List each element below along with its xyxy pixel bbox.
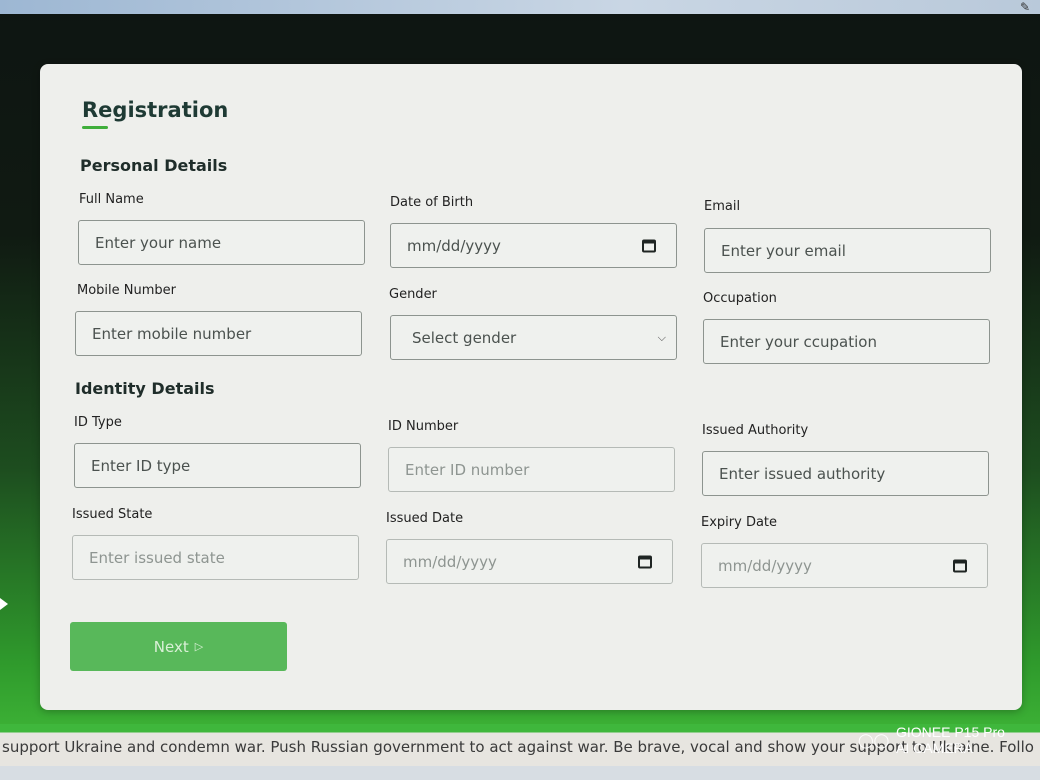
id-type-placeholder: Enter ID type xyxy=(91,456,191,475)
gender-selected-value: Select gender xyxy=(412,328,517,347)
email-placeholder: Enter your email xyxy=(721,241,846,260)
gender-label: Gender xyxy=(389,287,437,302)
title-underline xyxy=(82,126,108,129)
full-name-label: Full Name xyxy=(79,192,144,207)
registration-card: Registration Personal Details Full Name … xyxy=(40,64,1022,710)
issued-authority-label: Issued Authority xyxy=(702,423,809,438)
issued-date-placeholder: mm/dd/yyyy xyxy=(403,552,497,571)
id-number-input[interactable]: Enter ID number xyxy=(388,447,675,492)
issued-authority-input[interactable]: Enter issued authority xyxy=(702,451,989,496)
expiry-date-input[interactable]: mm/dd/yyyy xyxy=(701,543,988,588)
issued-date-label: Issued Date xyxy=(386,511,464,526)
taskbar xyxy=(0,766,1040,780)
play-arrow-icon: ▷ xyxy=(194,640,204,653)
page-title: Registration xyxy=(82,98,229,122)
id-number-label: ID Number xyxy=(388,419,459,434)
full-name-input[interactable]: Enter your name xyxy=(78,220,365,265)
calendar-icon[interactable] xyxy=(642,239,656,252)
gender-select[interactable]: Select gender ⌵ xyxy=(390,315,677,360)
occupation-label: Occupation xyxy=(703,291,777,306)
issued-state-label: Issued State xyxy=(72,507,153,522)
id-type-label: ID Type xyxy=(74,415,122,430)
dob-input[interactable]: mm/dd/yyyy xyxy=(390,223,677,268)
chevron-down-icon: ⌵ xyxy=(657,330,666,344)
dob-placeholder: mm/dd/yyyy xyxy=(407,236,501,255)
watermark-line2: AI CAMERA xyxy=(896,740,974,756)
dob-label: Date of Birth xyxy=(390,195,474,210)
id-number-placeholder: Enter ID number xyxy=(405,460,530,479)
issued-state-input[interactable]: Enter issued state xyxy=(72,535,359,580)
identity-details-heading: Identity Details xyxy=(75,379,215,398)
calendar-icon[interactable] xyxy=(953,559,967,572)
full-name-placeholder: Enter your name xyxy=(95,233,222,252)
email-label: Email xyxy=(704,199,741,214)
browser-top-strip: ✎ xyxy=(0,0,1040,14)
next-button-label: Next xyxy=(153,637,189,656)
calendar-icon[interactable] xyxy=(638,555,652,568)
mobile-label: Mobile Number xyxy=(77,283,176,298)
email-input[interactable]: Enter your email xyxy=(704,228,991,273)
issued-date-input[interactable]: mm/dd/yyyy xyxy=(386,539,673,584)
mobile-placeholder: Enter mobile number xyxy=(92,324,252,343)
personal-details-heading: Personal Details xyxy=(80,156,228,175)
next-button[interactable]: Next ▷ xyxy=(70,622,287,671)
occupation-input[interactable]: Enter your ccupation xyxy=(703,319,990,364)
id-type-input[interactable]: Enter ID type xyxy=(74,443,361,488)
expiry-date-placeholder: mm/dd/yyyy xyxy=(718,556,812,575)
issued-authority-placeholder: Enter issued authority xyxy=(719,464,886,483)
watermark-line1: GIONEE P15 Pro xyxy=(896,724,1005,740)
expiry-date-label: Expiry Date xyxy=(701,515,778,530)
camera-logo-icon: ◯◯ xyxy=(858,732,890,748)
edit-icon[interactable]: ✎ xyxy=(1020,0,1030,14)
mobile-input[interactable]: Enter mobile number xyxy=(75,311,362,356)
mouse-cursor-icon xyxy=(0,598,8,610)
occupation-placeholder: Enter your ccupation xyxy=(720,332,877,351)
issued-state-placeholder: Enter issued state xyxy=(89,548,225,567)
